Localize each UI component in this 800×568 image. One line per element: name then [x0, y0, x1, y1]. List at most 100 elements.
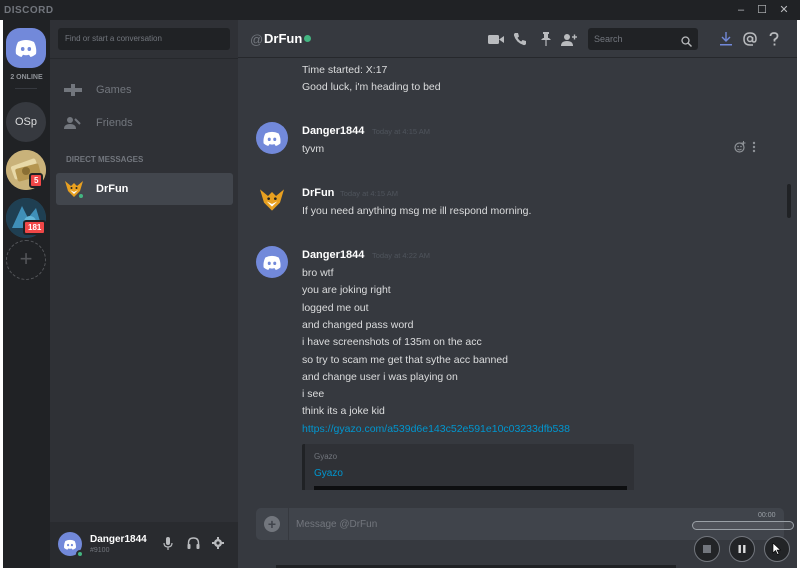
- stop-icon: [703, 545, 711, 553]
- message-text: i see: [302, 388, 325, 400]
- server-osp[interactable]: OSp: [6, 102, 46, 142]
- composer-divider: [288, 508, 289, 540]
- message-text: and change user i was playing on: [302, 371, 458, 383]
- message-input[interactable]: [296, 508, 696, 540]
- voice-call-button[interactable]: [512, 31, 528, 47]
- close-button[interactable]: ✕: [777, 3, 791, 17]
- download-button[interactable]: [718, 31, 734, 47]
- title-bar: DISCORD – ☐ ✕: [0, 0, 800, 20]
- maximize-button[interactable]: ☐: [755, 3, 769, 17]
- channel-title: DrFun: [264, 31, 303, 46]
- add-friend-to-dm-button[interactable]: [561, 31, 577, 47]
- avatar[interactable]: [256, 184, 288, 216]
- message-timestamp: Today at 4:15 AM: [340, 189, 398, 198]
- pin-icon: [541, 32, 551, 46]
- scrollbar-thumb[interactable]: [787, 184, 791, 218]
- microphone-icon: [163, 536, 173, 550]
- home-button[interactable]: [6, 28, 46, 68]
- user-panel: Danger1844 #9100: [50, 522, 238, 568]
- server-list: 2 ONLINE OSp 5 181 +: [3, 20, 50, 568]
- download-icon: [720, 32, 732, 46]
- message-author[interactable]: Danger1844: [302, 125, 364, 137]
- nav-friends[interactable]: Friends: [58, 109, 230, 137]
- message-text: logged me out: [302, 302, 369, 314]
- add-reaction-icon[interactable]: [734, 141, 746, 153]
- link-embed: Gyazo Gyazo: [302, 444, 634, 490]
- app-brand: DISCORD: [4, 5, 54, 16]
- mentions-button[interactable]: [742, 31, 758, 47]
- at-symbol: @: [250, 32, 264, 47]
- embed-title[interactable]: Gyazo: [314, 468, 343, 479]
- message-timestamp: Today at 4:22 AM: [372, 251, 430, 260]
- deafen-button[interactable]: [186, 536, 200, 550]
- message-text: tyvm: [302, 143, 325, 155]
- message-author[interactable]: DrFun: [302, 187, 334, 199]
- current-user-tag: #9100: [90, 547, 110, 554]
- help-icon: [769, 32, 779, 46]
- add-user-icon: [561, 33, 577, 46]
- upload-button[interactable]: +: [264, 516, 280, 532]
- stop-recording-button[interactable]: [694, 536, 720, 562]
- discord-logo-icon: [263, 131, 281, 146]
- minimize-button[interactable]: –: [734, 3, 748, 17]
- discord-logo-icon: [64, 539, 76, 550]
- sidebar-divider: [50, 58, 238, 59]
- message-author[interactable]: Danger1844: [302, 249, 364, 261]
- dm-item-drfun[interactable]: DrFun: [56, 173, 233, 205]
- pinned-messages-button[interactable]: [538, 31, 554, 47]
- message-actions: [734, 141, 756, 153]
- pause-icon: [738, 545, 746, 553]
- help-button[interactable]: [766, 31, 782, 47]
- message-timestamp: Today at 4:15 AM: [372, 127, 430, 136]
- status-online-dot: [77, 192, 85, 200]
- embed-provider: Gyazo: [314, 452, 338, 461]
- at-mention-icon: [743, 32, 757, 46]
- message-scrollbar[interactable]: [786, 60, 792, 490]
- message-list: Time started: X:17 Good luck, i'm headin…: [238, 58, 797, 490]
- embed-image[interactable]: [314, 486, 627, 490]
- pause-recording-button[interactable]: [729, 536, 755, 562]
- guild-separator: [15, 88, 37, 89]
- recording-progress-bar[interactable]: [692, 521, 794, 530]
- recording-time: 00:00: [758, 512, 776, 519]
- message-text: and changed pass word: [302, 319, 414, 331]
- message-text: If you need anything msg me ill respond …: [302, 205, 532, 217]
- search-icon: [681, 33, 692, 55]
- search-input[interactable]: Search: [588, 28, 698, 50]
- mute-microphone-button[interactable]: [161, 536, 175, 550]
- more-options-icon[interactable]: [752, 141, 756, 153]
- message-text: so try to scam me get that sythe acc ban…: [302, 354, 509, 366]
- message-link[interactable]: https://gyazo.com/a539d6e143c52e591e10c0…: [302, 423, 570, 435]
- message-text: Time started: X:17: [302, 64, 388, 76]
- add-server-button[interactable]: +: [6, 240, 46, 280]
- user-settings-button[interactable]: [211, 536, 225, 550]
- dm-sidebar: Find or start a conversation Games Frien…: [50, 20, 238, 568]
- video-call-button[interactable]: [488, 31, 504, 47]
- recorder-menu-button[interactable]: [764, 536, 790, 562]
- video-camera-icon: [488, 34, 504, 44]
- avatar[interactable]: [256, 246, 288, 278]
- headphones-icon: [187, 537, 199, 549]
- message-text: Good luck, i'm heading to bed: [302, 81, 441, 93]
- server-money-badge: 5: [29, 173, 44, 188]
- discord-logo-icon: [263, 255, 281, 270]
- dm-name: DrFun: [96, 183, 129, 195]
- message-text: i have screenshots of 135m on the acc: [302, 336, 482, 348]
- find-conversation-input[interactable]: Find or start a conversation: [58, 28, 230, 50]
- direct-messages-header: DIRECT MESSAGES: [66, 155, 144, 164]
- chat-area: @ DrFun Search Time started: X:17 Good l…: [238, 20, 797, 568]
- status-online-dot: [76, 550, 84, 558]
- message-text: bro wtf: [302, 267, 334, 279]
- nav-friends-label: Friends: [96, 117, 133, 129]
- chat-header: @ DrFun Search: [238, 20, 797, 58]
- gamepad-icon: [64, 84, 84, 96]
- nav-games-label: Games: [96, 84, 132, 96]
- friends-icon: [64, 116, 84, 130]
- phone-icon: [513, 33, 526, 46]
- nav-games[interactable]: Games: [58, 76, 230, 104]
- fox-avatar-icon: [260, 189, 284, 211]
- message-text: think its a joke kid: [302, 405, 385, 417]
- discord-logo-icon: [15, 40, 37, 57]
- server-game-badge: 181: [23, 220, 47, 235]
- avatar[interactable]: [256, 122, 288, 154]
